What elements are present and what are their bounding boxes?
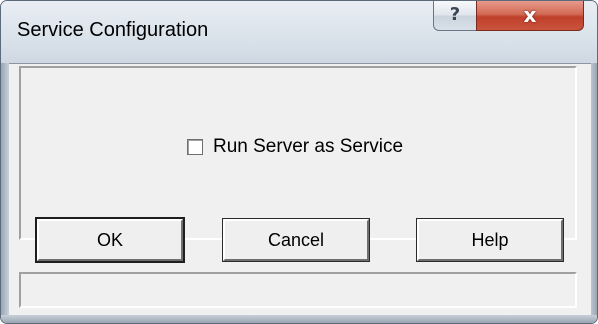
cancel-button[interactable]: Cancel (222, 218, 370, 262)
help-button[interactable]: Help (416, 218, 564, 262)
window-frame-bottom (1, 315, 597, 323)
help-caption-button[interactable]: ? (433, 1, 477, 31)
ok-button[interactable]: OK (35, 217, 185, 263)
service-configuration-window: Service Configuration ? x Run Server as … (0, 0, 598, 324)
run-as-service-checkbox[interactable] (187, 139, 203, 155)
status-bar (19, 272, 577, 308)
title-bar[interactable]: Service Configuration ? x (1, 1, 597, 63)
run-as-service-option[interactable]: Run Server as Service (187, 136, 403, 158)
question-mark-icon: ? (449, 4, 461, 25)
window-frame-left (1, 63, 9, 317)
options-group: Run Server as Service (19, 66, 577, 240)
close-caption-button[interactable]: x (476, 1, 584, 31)
window-title: Service Configuration (17, 19, 209, 41)
close-icon: x (523, 3, 537, 27)
dialog-client-area: Run Server as Service OK Cancel Help (9, 63, 591, 317)
run-as-service-label[interactable]: Run Server as Service (213, 136, 403, 158)
